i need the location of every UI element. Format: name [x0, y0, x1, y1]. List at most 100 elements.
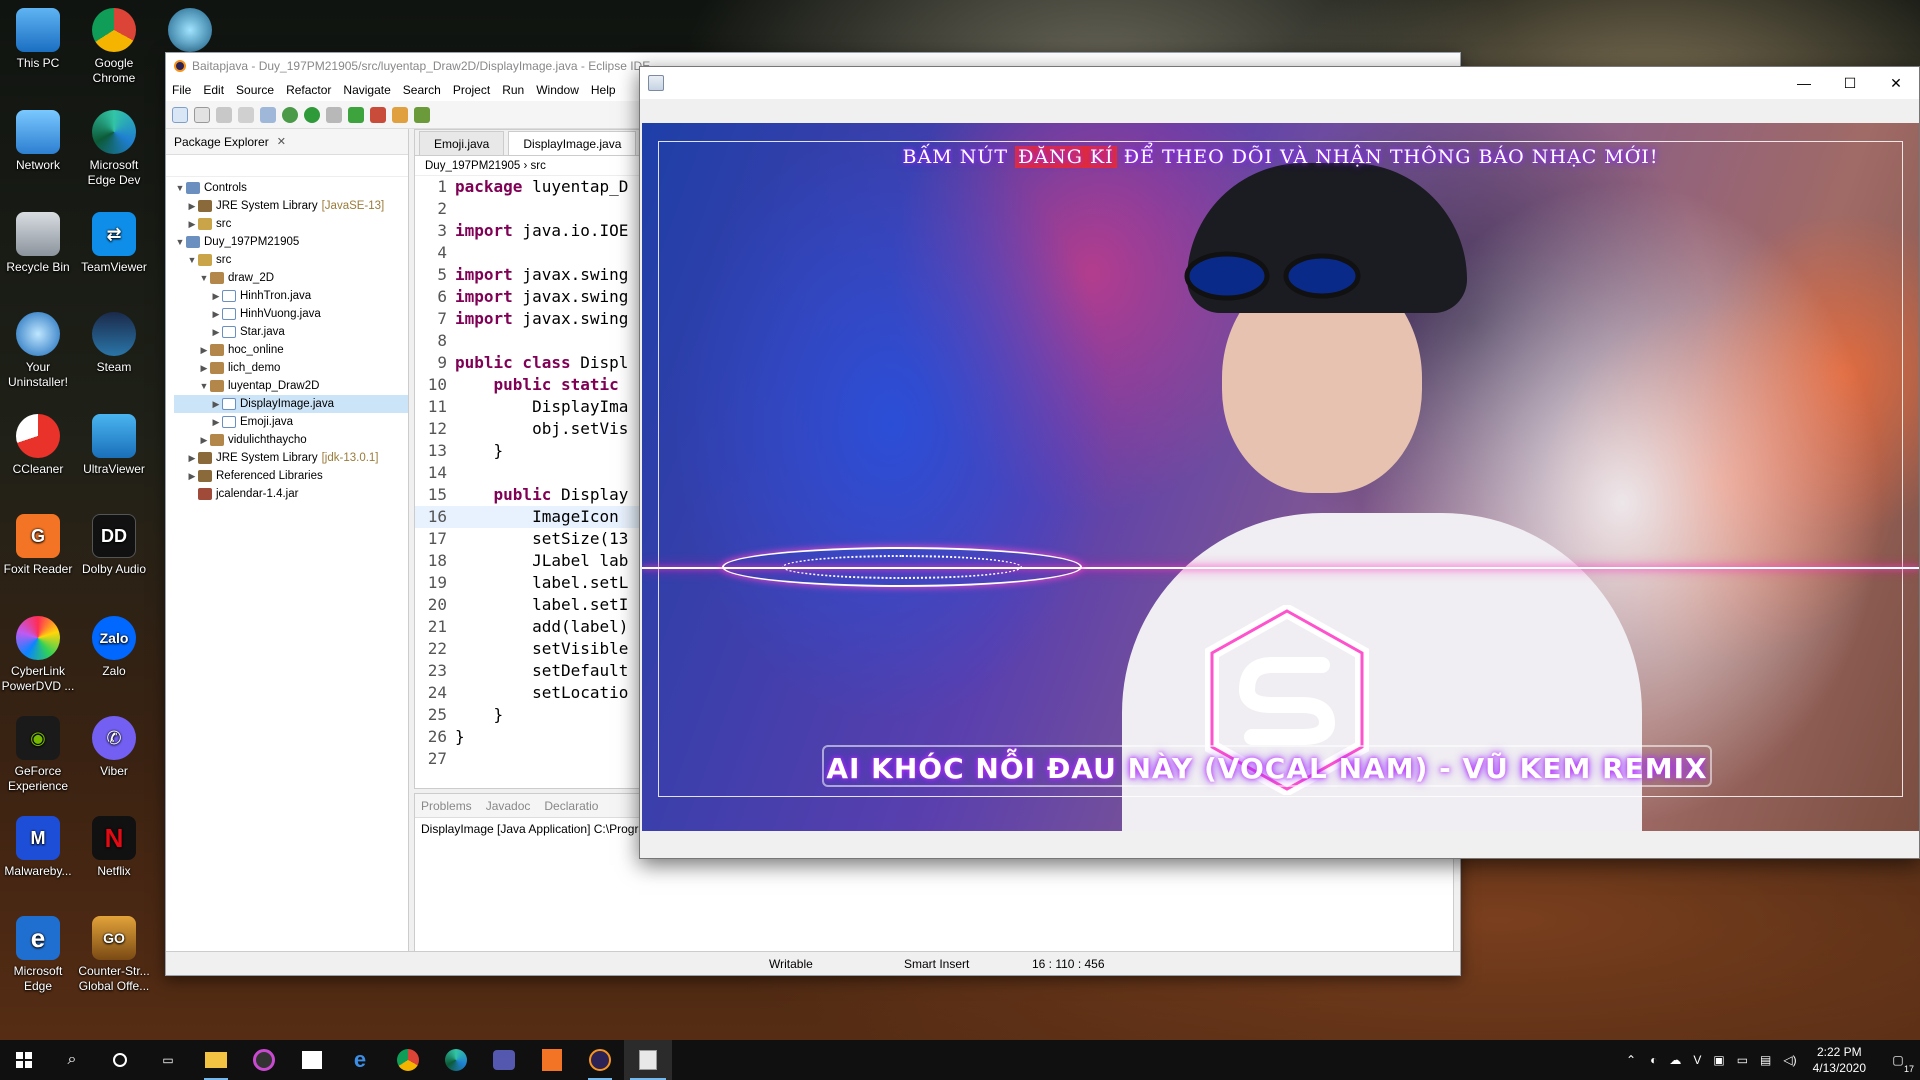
chevron-up-icon[interactable]: ⌃ [1626, 1053, 1636, 1067]
tab-displayimage[interactable]: DisplayImage.java [508, 131, 637, 155]
desktop-icon-foxit-reader[interactable]: G Foxit Reader [0, 514, 76, 577]
taskbar-java-app[interactable] [624, 1040, 672, 1080]
action-center-button[interactable]: ▢ 17 [1876, 1040, 1920, 1080]
tree-item-lich-demo[interactable]: ▶ lich_demo [174, 359, 408, 377]
tree-item-duy-project[interactable]: ▼ Duy_197PM21905 [174, 233, 408, 251]
chevron-right-icon[interactable]: ▶ [210, 323, 222, 341]
tree-item-hoc-online[interactable]: ▶ hoc_online [174, 341, 408, 359]
taskbar-teams[interactable] [480, 1040, 528, 1080]
tree-item-hinhvuong[interactable]: ▶ HinhVuong.java [174, 305, 408, 323]
debug-icon[interactable] [282, 106, 298, 123]
desktop-icon-netflix[interactable]: N Netflix [76, 816, 152, 879]
menu-project[interactable]: Project [453, 83, 490, 97]
menu-edit[interactable]: Edit [203, 83, 224, 97]
tree-item-src[interactable]: ▼ src [174, 251, 408, 269]
maximize-button[interactable]: ☐ [1827, 67, 1873, 99]
chevron-right-icon[interactable]: ▶ [198, 359, 210, 377]
dolby-tray-icon[interactable]: ▣ [1713, 1053, 1724, 1067]
menu-run[interactable]: Run [502, 83, 524, 97]
desktop-icon-your-uninstaller[interactable]: Your Uninstaller! [0, 312, 76, 390]
desktop-icon-powerdvd[interactable]: CyberLink PowerDVD ... [0, 616, 76, 694]
desktop-icon-malwarebytes[interactable]: M Malwareby... [0, 816, 76, 879]
taskbar-app[interactable] [240, 1040, 288, 1080]
onedrive-icon[interactable]: ☁ [1669, 1053, 1681, 1067]
chevron-down-icon[interactable]: ▼ [174, 179, 186, 197]
desktop-icon-csgo[interactable]: GO Counter-Str... Global Offe... [76, 916, 152, 994]
package-explorer-tab[interactable]: Package Explorer ✕ [166, 129, 408, 155]
external-tools-icon[interactable] [348, 106, 364, 123]
breadcrumb-project[interactable]: Duy_197PM21905 [425, 160, 520, 172]
chevron-right-icon[interactable]: ▶ [210, 287, 222, 305]
breadcrumb-src[interactable]: src [531, 160, 546, 172]
menu-window[interactable]: Window [536, 83, 579, 97]
taskbar-edge-dev[interactable] [432, 1040, 480, 1080]
skip-breakpoints-icon[interactable] [260, 106, 276, 123]
chevron-right-icon[interactable]: ▶ [198, 431, 210, 449]
chevron-down-icon[interactable]: ▼ [198, 377, 210, 395]
viber-tray-icon[interactable]: V [1693, 1053, 1701, 1067]
run-icon[interactable] [304, 106, 320, 123]
menu-source[interactable]: Source [236, 83, 274, 97]
tree-item-emoji[interactable]: ▶ Emoji.java [174, 413, 408, 431]
desktop-icon-dolby-audio[interactable]: DD Dolby Audio [76, 514, 152, 577]
open-type-icon[interactable] [194, 106, 210, 123]
desktop-icon-this-pc[interactable]: This PC [0, 8, 76, 71]
tree-item-hinhtron[interactable]: ▶ HinhTron.java [174, 287, 408, 305]
tree-item-star[interactable]: ▶ Star.java [174, 323, 408, 341]
search-button[interactable]: ⌕ [48, 1040, 96, 1080]
network-icon[interactable]: ▤ [1760, 1053, 1771, 1067]
java-window-titlebar[interactable] [640, 67, 1919, 99]
chevron-right-icon[interactable]: ▶ [186, 215, 198, 233]
tree-item-displayimage[interactable]: ▶ DisplayImage.java [174, 395, 408, 413]
desktop-icon-steam[interactable]: Steam [76, 312, 152, 375]
clock[interactable]: 2:22 PM 4/13/2020 [1803, 1044, 1876, 1076]
desktop-icon-ultraviewer[interactable]: UltraViewer [76, 414, 152, 477]
ccleaner-tray-icon[interactable]: ◐ [1650, 1053, 1657, 1067]
desktop-icon-teamviewer[interactable]: ⇄ TeamViewer [76, 212, 152, 275]
menu-help[interactable]: Help [591, 83, 616, 97]
save-icon[interactable] [216, 106, 232, 123]
tree-item-referenced-libraries[interactable]: ▶ Referenced Libraries [174, 467, 408, 485]
close-button[interactable]: ✕ [1873, 67, 1919, 99]
tree-item-src[interactable]: ▶ src [174, 215, 408, 233]
tree-item-jre-library[interactable]: ▶ JRE System Library [JavaSE-13] [174, 197, 408, 215]
desktop-icon-google-chrome[interactable]: Google Chrome [76, 8, 152, 86]
save-all-icon[interactable] [238, 106, 254, 123]
desktop-icon-zalo[interactable]: Zalo Zalo [76, 616, 152, 679]
tab-javadoc[interactable]: Javadoc [486, 799, 531, 813]
battery-icon[interactable]: ▭ [1737, 1053, 1748, 1067]
tree-item-controls[interactable]: ▼ Controls [174, 179, 408, 197]
chevron-right-icon[interactable]: ▶ [198, 341, 210, 359]
chevron-down-icon[interactable]: ▼ [174, 233, 186, 251]
desktop-icon-unnamed[interactable] [152, 8, 228, 56]
tab-emoji[interactable]: Emoji.java [419, 131, 505, 155]
chevron-right-icon[interactable]: ▶ [210, 395, 222, 413]
desktop-icon-microsoft-edge[interactable]: e Microsoft Edge [0, 916, 76, 994]
task-view-button[interactable]: ▭ [144, 1040, 192, 1080]
chevron-right-icon[interactable]: ▶ [186, 449, 198, 467]
new-java-class-icon[interactable] [370, 106, 386, 123]
taskbar-file-explorer[interactable] [192, 1040, 240, 1080]
desktop-icon-ccleaner[interactable]: CCleaner [0, 414, 76, 477]
close-icon[interactable]: ✕ [277, 135, 286, 148]
tab-problems[interactable]: Problems [421, 799, 472, 813]
tree-item-luyentap-draw2d[interactable]: ▼ luyentap_Draw2D [174, 377, 408, 395]
menu-file[interactable]: File [172, 83, 191, 97]
taskbar-edge[interactable]: e [336, 1040, 384, 1080]
desktop-icon-viber[interactable]: ✆ Viber [76, 716, 152, 779]
new-icon[interactable] [172, 106, 188, 123]
chevron-down-icon[interactable]: ▼ [186, 251, 198, 269]
chevron-down-icon[interactable]: ▼ [198, 269, 210, 287]
desktop-icon-edge-dev[interactable]: Microsoft Edge Dev [76, 110, 152, 188]
desktop-icon-network[interactable]: Network [0, 110, 76, 173]
chevron-right-icon[interactable]: ▶ [210, 305, 222, 323]
chevron-right-icon[interactable]: ▶ [186, 467, 198, 485]
tree-item-draw-2d[interactable]: ▼ draw_2D [174, 269, 408, 287]
chevron-right-icon[interactable]: ▶ [186, 197, 198, 215]
coverage-icon[interactable] [326, 106, 342, 123]
desktop-icon-recycle-bin[interactable]: Recycle Bin [0, 212, 76, 275]
taskbar-eclipse[interactable] [576, 1040, 624, 1080]
minimize-button[interactable]: — [1781, 67, 1827, 99]
taskbar-store[interactable] [288, 1040, 336, 1080]
start-button[interactable] [0, 1040, 48, 1080]
